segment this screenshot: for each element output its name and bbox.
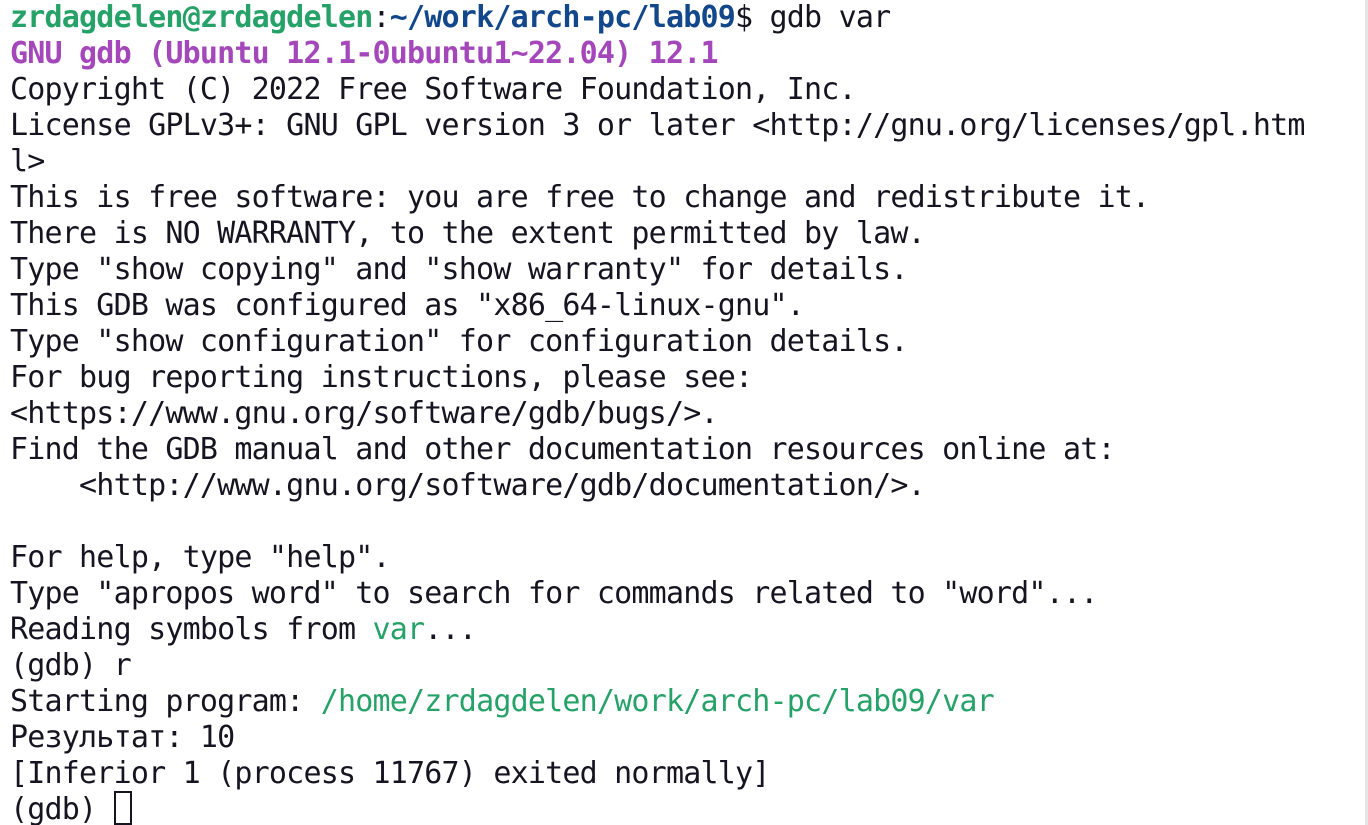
program-path: /home/zrdagdelen/work/arch-pc/lab09/var (320, 684, 995, 719)
intro-line: For bug reporting instructions, please s… (10, 360, 753, 395)
reading-symbols-line: Reading symbols from var... (10, 612, 1368, 648)
intro-line: This is free software: you are free to c… (10, 180, 1150, 215)
text-cursor[interactable] (113, 790, 132, 825)
prompt-symbol: $ (735, 0, 770, 35)
terminal-output: zrdagdelen@zrdagdelen:~/work/arch-pc/lab… (10, 0, 1368, 825)
intro-line: There is NO WARRANTY, to the extent perm… (10, 216, 926, 251)
intro-line: l> (10, 144, 45, 179)
intro-line: Type "show copying" and "show warranty" … (10, 252, 908, 287)
intro-line: <https://www.gnu.org/software/gdb/bugs/>… (10, 396, 719, 431)
typed-command: gdb var (769, 0, 892, 35)
reading-filename: var (372, 612, 426, 647)
reading-prefix: Reading symbols from (10, 612, 373, 647)
intro-line: Type "show configuration" for configurat… (10, 324, 908, 359)
intro-line (10, 504, 1368, 540)
terminal-window[interactable]: zrdagdelen@zrdagdelen:~/work/arch-pc/lab… (0, 0, 1368, 825)
gdb-prompt: (gdb) (10, 648, 114, 683)
intro-line: License GPLv3+: GNU GPL version 3 or lat… (10, 108, 1305, 143)
starting-program-line: Starting program: /home/zrdagdelen/work/… (10, 684, 1368, 720)
shell-prompt-line: zrdagdelen@zrdagdelen:~/work/arch-pc/lab… (10, 0, 1368, 36)
intro-line: This GDB was configured as "x86_64-linux… (10, 288, 805, 323)
prompt-path: ~/work/arch-pc/lab09 (389, 0, 736, 35)
starting-prefix: Starting program: (10, 684, 321, 719)
gdb-run-input: r (113, 648, 132, 683)
intro-line: <http://www.gnu.org/software/gdb/documen… (10, 468, 926, 503)
inferior-exit-line: [Inferior 1 (process 11767) exited norma… (10, 756, 770, 791)
gdb-prompt: (gdb) (10, 792, 114, 825)
gdb-banner: GNU gdb (Ubuntu 12.1-0ubuntu1~22.04) 12.… (10, 36, 719, 71)
intro-line: For help, type "help". (10, 540, 391, 575)
gdb-input-line[interactable]: (gdb) (10, 790, 1368, 825)
program-result-line: Результат: 10 (10, 720, 235, 755)
gdb-run-line: (gdb) r (10, 648, 1368, 684)
intro-line: Copyright (C) 2022 Free Software Foundat… (10, 72, 857, 107)
prompt-separator: : (372, 0, 391, 35)
prompt-user-host: zrdagdelen@zrdagdelen (10, 0, 373, 35)
reading-suffix: ... (424, 612, 477, 647)
intro-line: Find the GDB manual and other documentat… (10, 432, 1116, 467)
intro-line: Type "apropos word" to search for comman… (10, 576, 1098, 611)
